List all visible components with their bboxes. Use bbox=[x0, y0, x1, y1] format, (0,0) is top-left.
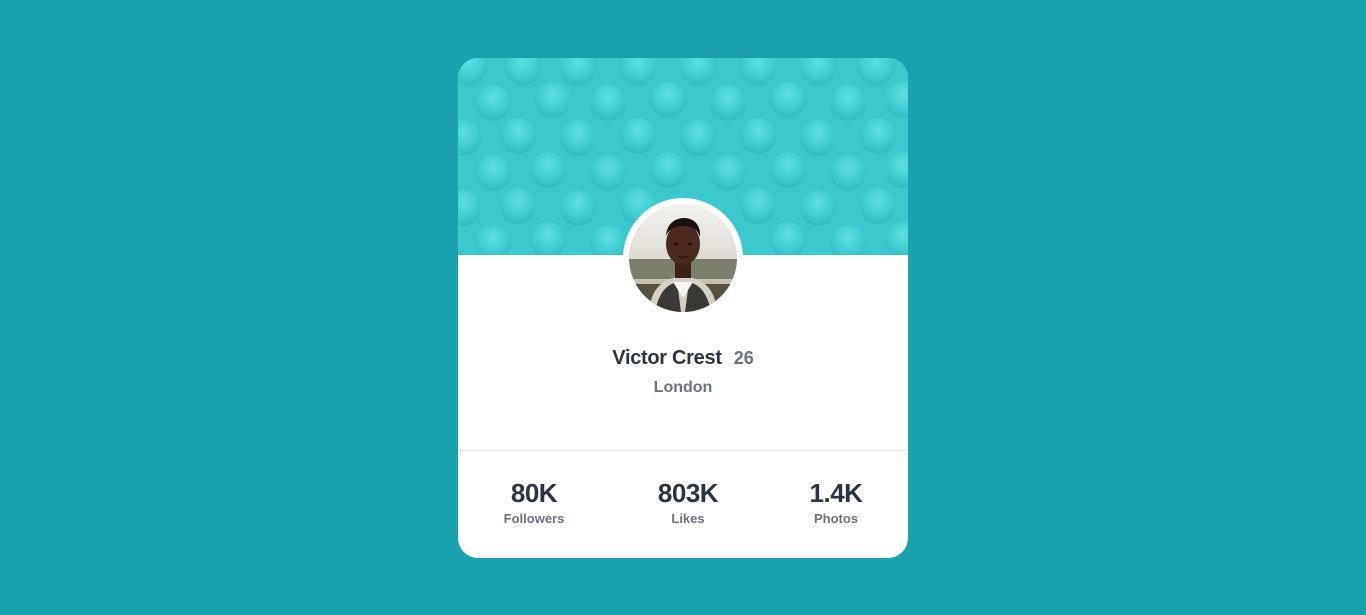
profile-name-row: Victor Crest 26 bbox=[458, 346, 908, 370]
avatar bbox=[629, 204, 737, 312]
profile-age: 26 bbox=[733, 348, 754, 368]
stat-likes-label: Likes bbox=[671, 511, 705, 526]
profile-card: Victor Crest 26 London 80K Followers 803K… bbox=[458, 58, 908, 558]
stat-photos: 1.4K Photos bbox=[761, 477, 908, 527]
profile-location: London bbox=[653, 379, 713, 396]
stat-photos-label: Photos bbox=[813, 511, 859, 526]
stat-photos-value: 1.4K bbox=[809, 478, 863, 508]
stat-followers-value: 80K bbox=[510, 478, 558, 508]
avatar-frame bbox=[623, 198, 743, 318]
stat-followers-label: Followers bbox=[503, 511, 565, 526]
stat-followers: 80K Followers bbox=[459, 477, 609, 527]
stat-likes-value: 803K bbox=[657, 478, 719, 508]
profile-name: Victor Crest bbox=[612, 347, 722, 369]
stat-likes: 803K Likes bbox=[613, 477, 763, 527]
stats-divider bbox=[458, 450, 908, 451]
